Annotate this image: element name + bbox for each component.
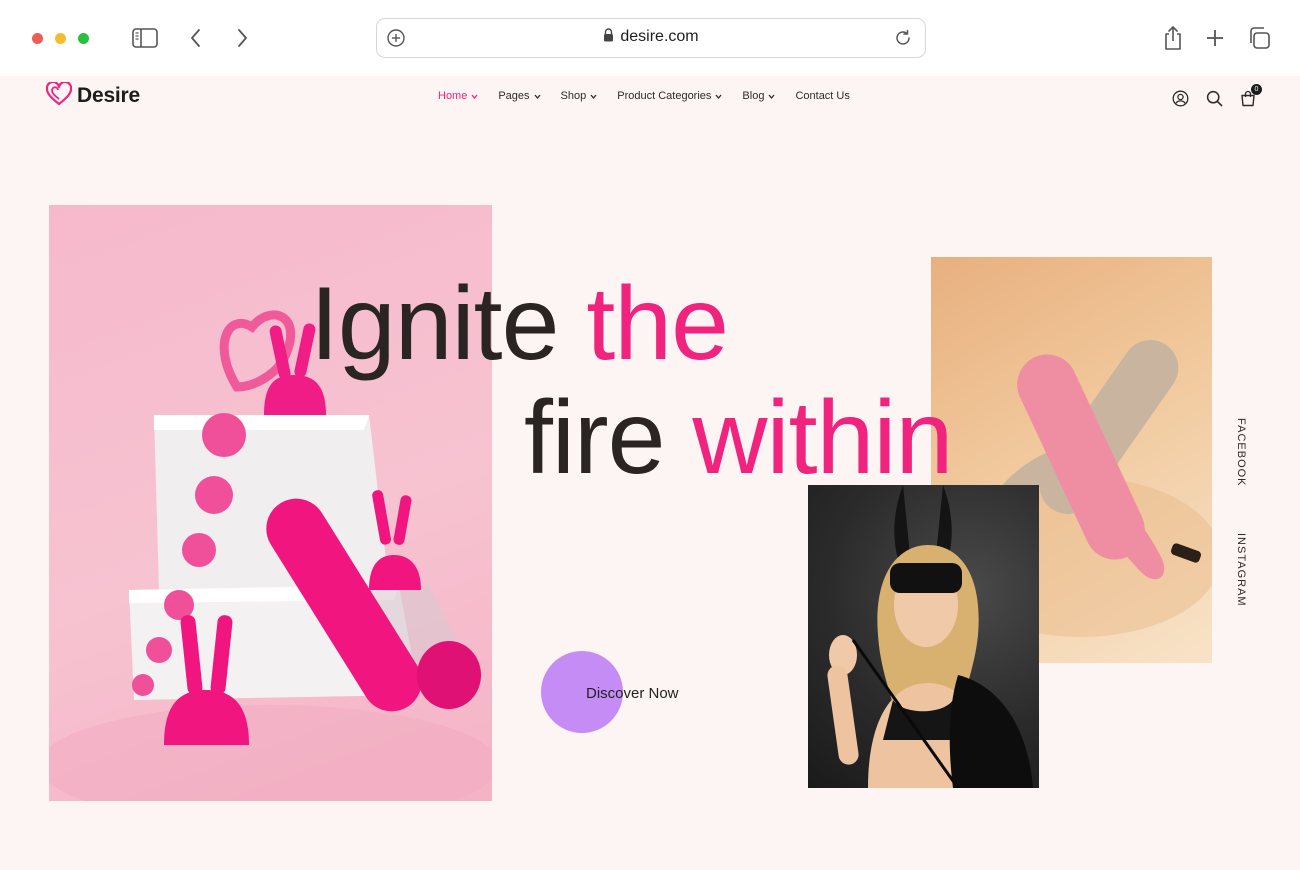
hero-headline-line2: fire within: [524, 386, 953, 490]
forward-icon[interactable]: [227, 24, 257, 52]
nav-label: Product Categories: [617, 90, 712, 102]
account-icon[interactable]: [1170, 88, 1190, 108]
site-logo[interactable]: Desire: [45, 80, 141, 111]
nav-label: Pages: [498, 90, 530, 102]
nav-label: Contact Us: [795, 90, 850, 102]
sidebar-icon[interactable]: [130, 24, 160, 52]
nav-item-contact-us[interactable]: Contact Us: [795, 90, 849, 102]
lock-icon: [603, 28, 614, 47]
main-nav: Home Pages Shop Product Categories Blog …: [438, 90, 870, 102]
nav-label: Shop: [560, 90, 587, 102]
chevron-down-icon: [590, 90, 597, 102]
nav-label: Home: [438, 90, 468, 102]
header-actions: 0: [1156, 84, 1262, 108]
search-icon[interactable]: [1204, 88, 1224, 108]
chevron-down-icon: [715, 90, 722, 102]
nav-item-blog[interactable]: Blog: [742, 90, 775, 102]
website-page: Desire Home Pages Shop Product Categorie…: [0, 76, 1300, 870]
minimize-window-button[interactable]: [55, 33, 66, 44]
heart-logo-icon: [45, 80, 73, 111]
hero-headline-line1: Ignite the: [310, 272, 729, 376]
url-text: desire.com: [620, 28, 699, 45]
brand-name: Desire: [77, 84, 141, 107]
cart-icon[interactable]: 0: [1238, 84, 1262, 108]
chevron-down-icon: [534, 90, 541, 102]
nav-item-pages[interactable]: Pages: [498, 90, 541, 102]
address-bar[interactable]: desire.com: [376, 18, 926, 58]
facebook-link[interactable]: FACEBOOK: [1235, 418, 1247, 487]
chevron-down-icon: [471, 90, 478, 102]
nav-label: Blog: [742, 90, 765, 102]
nav-item-shop[interactable]: Shop: [561, 90, 598, 102]
model-photo: [808, 485, 1039, 788]
reload-icon[interactable]: [893, 28, 913, 53]
url-display: desire.com: [377, 28, 925, 47]
discover-now-button[interactable]: Discover Now: [586, 685, 679, 702]
nav-item-product-categories[interactable]: Product Categories: [617, 90, 722, 102]
nav-item-home[interactable]: Home: [438, 90, 478, 102]
maximize-window-button[interactable]: [78, 33, 89, 44]
new-tab-icon[interactable]: [1200, 24, 1230, 52]
browser-chrome: desire.com: [0, 0, 1300, 76]
headline-highlight: the: [586, 266, 729, 382]
chevron-down-icon: [768, 90, 775, 102]
headline-word: Ignite: [310, 266, 559, 382]
tabs-icon[interactable]: [1244, 24, 1274, 52]
headline-highlight: within: [692, 380, 953, 496]
share-icon[interactable]: [1158, 24, 1188, 52]
close-window-button[interactable]: [32, 33, 43, 44]
instagram-link[interactable]: INSTAGRAM: [1235, 533, 1247, 607]
back-icon[interactable]: [181, 24, 211, 52]
cart-count-badge: 0: [1251, 84, 1262, 95]
headline-word: fire: [524, 380, 665, 496]
